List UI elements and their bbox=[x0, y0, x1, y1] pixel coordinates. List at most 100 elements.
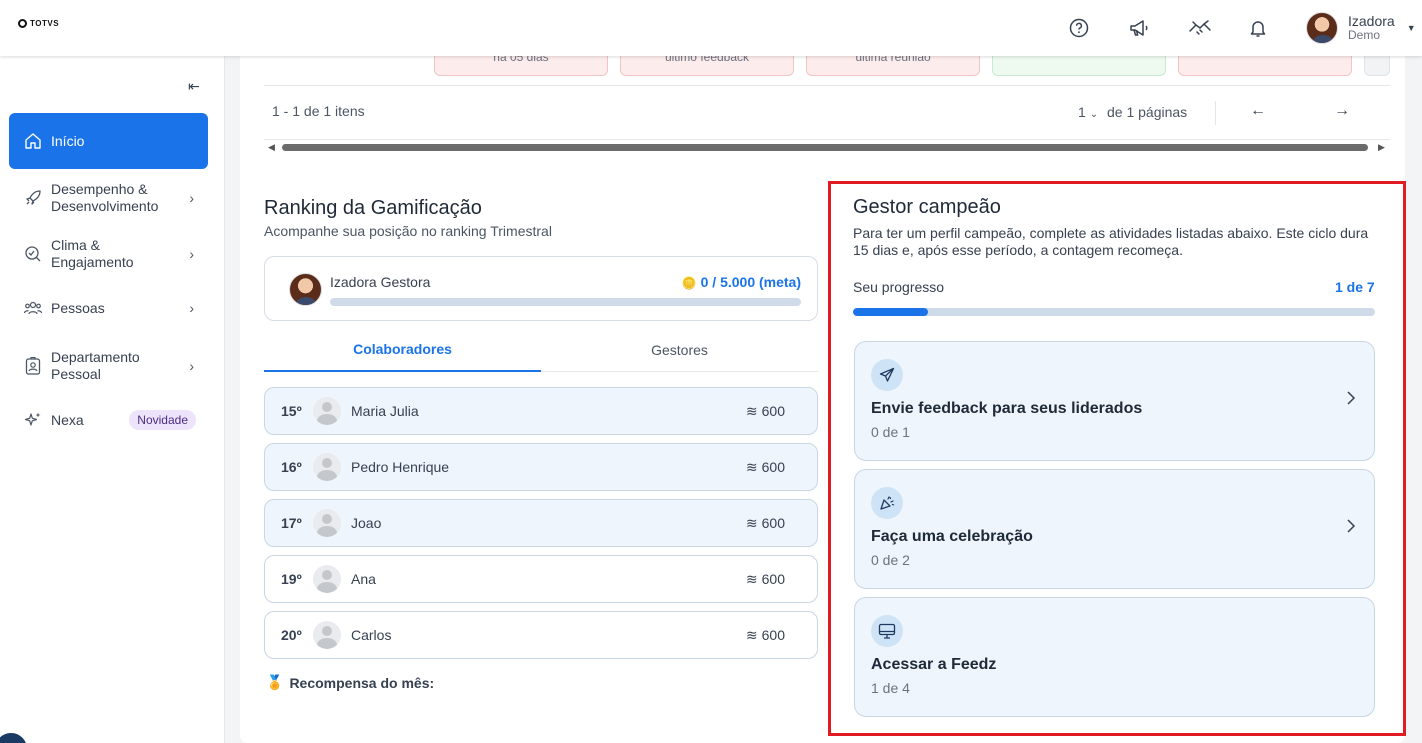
sidebar-item-label: Desempenho & Desenvolvimento bbox=[51, 181, 159, 214]
medal-icon: 🏅 bbox=[266, 674, 284, 690]
my-points: 🪙 0 / 5.000 (meta) bbox=[681, 274, 801, 290]
sidebar-item-departamento[interactable]: Departamento Pessoal › bbox=[9, 344, 208, 388]
avatar bbox=[313, 565, 341, 593]
my-name: Izadora Gestora bbox=[330, 274, 431, 290]
table-row: 15º Maria Julia ≋ 600 bbox=[264, 387, 818, 435]
rocket-icon bbox=[23, 189, 43, 207]
task-title: Faça uma celebração bbox=[871, 528, 1033, 545]
people-icon bbox=[23, 300, 43, 316]
task-title: Envie feedback para seus liderados bbox=[871, 400, 1143, 417]
sidebar-item-nexa[interactable]: Nexa Novidade bbox=[9, 408, 208, 432]
rank-position: 19º bbox=[281, 571, 302, 587]
avatar bbox=[313, 397, 341, 425]
top-bar: TOTVS Izadora Demo ▼ bbox=[0, 0, 1422, 56]
sidebar-item-label: Clima & Engajamento bbox=[51, 237, 134, 270]
task-title: Acessar a Feedz bbox=[871, 656, 997, 673]
monthly-reward: 🏅 Recompensa do mês: bbox=[266, 674, 435, 691]
table-row: 20º Carlos ≋ 600 bbox=[264, 611, 818, 659]
ranking-tabs: Colaboradores Gestores bbox=[264, 328, 818, 372]
divider bbox=[1215, 101, 1216, 125]
chevron-right-icon: › bbox=[189, 358, 194, 374]
task-status: 0 de 2 bbox=[871, 552, 910, 568]
table-cell bbox=[992, 56, 1166, 76]
avatar bbox=[289, 273, 322, 306]
new-badge: Novidade bbox=[129, 410, 196, 430]
help-icon[interactable] bbox=[1065, 14, 1093, 42]
prev-page-arrow-icon[interactable]: ← bbox=[1250, 102, 1266, 120]
sidebar-item-label: Pessoas bbox=[51, 299, 105, 316]
monitor-icon bbox=[871, 615, 903, 647]
table-cell bbox=[1178, 56, 1352, 76]
rank-points: ≋ 600 bbox=[745, 514, 785, 532]
coins-icon: 🪙 bbox=[681, 276, 697, 290]
page-select[interactable]: 1 ⌄ bbox=[1078, 104, 1098, 120]
my-progress-bar bbox=[330, 298, 801, 306]
scroll-right-icon[interactable]: ▶ bbox=[1378, 142, 1385, 153]
next-page-arrow-icon[interactable]: → bbox=[1334, 102, 1350, 120]
user-name: Izadora bbox=[1348, 13, 1395, 29]
chevron-right-icon: › bbox=[189, 300, 194, 316]
collapse-sidebar-icon[interactable]: ⇤ bbox=[188, 78, 200, 95]
table-row: 17º Joao ≋ 600 bbox=[264, 499, 818, 547]
rank-name: Joao bbox=[351, 515, 382, 531]
ranking-section: Ranking da Gamificação Acompanhe sua pos… bbox=[240, 56, 840, 743]
send-icon bbox=[871, 359, 903, 391]
task-card-feedback[interactable]: Envie feedback para seus liderados 0 de … bbox=[854, 341, 1375, 461]
bell-icon[interactable] bbox=[1244, 14, 1272, 42]
user-role: Demo bbox=[1348, 28, 1381, 42]
progress-value: 1 de 7 bbox=[1335, 279, 1375, 295]
sidebar-item-clima[interactable]: Clima & Engajamento › bbox=[9, 232, 208, 276]
chevron-right-icon bbox=[1346, 518, 1356, 539]
climate-icon bbox=[23, 245, 43, 263]
chevron-down-icon: ▼ bbox=[1406, 23, 1416, 33]
ranking-title: Ranking da Gamificação bbox=[264, 197, 482, 219]
task-card-celebration[interactable]: Faça uma celebração 0 de 2 bbox=[854, 469, 1375, 589]
ranking-subtitle: Acompanhe sua posição no ranking Trimest… bbox=[264, 223, 552, 239]
user-menu[interactable]: Izadora Demo ▼ bbox=[1306, 12, 1416, 44]
rank-position: 15º bbox=[281, 403, 302, 419]
sidebar-item-inicio[interactable]: Início bbox=[9, 113, 208, 169]
chevron-right-icon: › bbox=[189, 246, 194, 262]
coins-icon: ≋ bbox=[745, 402, 758, 419]
rank-points: ≋ 600 bbox=[745, 458, 785, 476]
rank-points: ≋ 600 bbox=[745, 570, 785, 588]
rank-position: 17º bbox=[281, 515, 302, 531]
home-icon bbox=[23, 132, 43, 150]
table-row: 16º Pedro Henrique ≋ 600 bbox=[264, 443, 818, 491]
avatar bbox=[313, 509, 341, 537]
party-icon bbox=[871, 487, 903, 519]
progress-bar bbox=[853, 308, 1375, 316]
sidebar-item-desempenho[interactable]: Desempenho & Desenvolvimento › bbox=[9, 176, 208, 220]
task-card-feedz[interactable]: Acessar a Feedz 1 de 4 bbox=[854, 597, 1375, 717]
sidebar: ⇤ Início Desempenho & Desenvolvimento › … bbox=[0, 56, 225, 743]
avatar bbox=[313, 453, 341, 481]
coins-icon: ≋ bbox=[745, 458, 758, 475]
coins-icon: ≋ bbox=[745, 626, 758, 643]
pages-count: de 1 páginas bbox=[1107, 104, 1188, 120]
coins-icon: ≋ bbox=[745, 514, 758, 531]
handshake-icon[interactable] bbox=[1186, 14, 1214, 42]
sparkle-icon bbox=[23, 411, 43, 429]
tab-gestores[interactable]: Gestores bbox=[541, 328, 818, 372]
rank-name: Ana bbox=[351, 571, 376, 587]
rank-name: Maria Julia bbox=[351, 403, 419, 419]
rank-name: Carlos bbox=[351, 627, 392, 643]
coins-icon: ≋ bbox=[745, 570, 758, 587]
rank-name: Pedro Henrique bbox=[351, 459, 450, 475]
chevron-right-icon: › bbox=[189, 190, 194, 206]
megaphone-icon[interactable] bbox=[1125, 14, 1153, 42]
user-avatar bbox=[1306, 12, 1338, 44]
task-status: 1 de 4 bbox=[871, 680, 910, 696]
rank-points: ≋ 600 bbox=[745, 626, 785, 644]
gestor-description: Para ter um perfil campeão, complete as … bbox=[853, 225, 1369, 258]
tab-colaboradores[interactable]: Colaboradores bbox=[264, 328, 541, 372]
sidebar-item-pessoas[interactable]: Pessoas › bbox=[9, 296, 208, 320]
my-ranking-card: Izadora Gestora 🪙 0 / 5.000 (meta) bbox=[264, 256, 818, 321]
rank-position: 16º bbox=[281, 459, 302, 475]
gestor-title: Gestor campeão bbox=[853, 196, 1001, 218]
rank-points: ≋ 600 bbox=[745, 402, 785, 420]
avatar bbox=[313, 621, 341, 649]
totvs-logo[interactable]: TOTVS bbox=[18, 19, 59, 28]
chevron-down-icon: ⌄ bbox=[1089, 109, 1099, 120]
progress-label: Seu progresso bbox=[853, 279, 945, 295]
